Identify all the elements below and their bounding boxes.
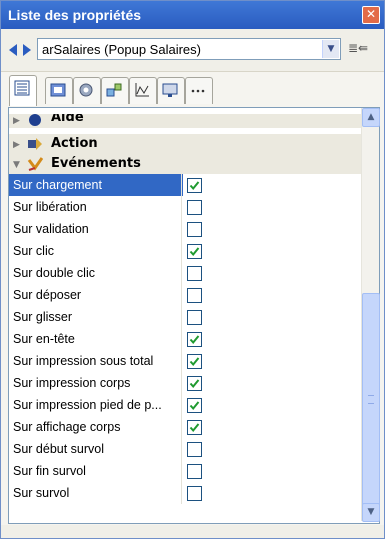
event-checkbox[interactable] bbox=[187, 244, 202, 259]
chevron-down-icon[interactable]: ▼ bbox=[322, 40, 339, 58]
close-button[interactable]: ✕ bbox=[362, 6, 380, 24]
tab-display[interactable] bbox=[157, 77, 185, 104]
property-label: Sur fin survol bbox=[13, 464, 86, 478]
event-checkbox[interactable] bbox=[187, 310, 202, 325]
property-label: Sur impression corps bbox=[13, 376, 131, 390]
prev-next-arrows-icon[interactable] bbox=[9, 43, 31, 57]
property-row[interactable]: Sur clic bbox=[9, 240, 361, 262]
checkmark-icon bbox=[189, 423, 200, 433]
more-icon bbox=[191, 89, 205, 93]
checkmark-icon bbox=[189, 335, 200, 345]
display-icon bbox=[162, 83, 178, 97]
property-grid: ▶ Aide ▶ Action ▼ Evénements Sur chargem… bbox=[8, 107, 380, 524]
tab-settings[interactable] bbox=[73, 77, 101, 104]
property-label: Sur libération bbox=[13, 200, 87, 214]
property-label: Sur début survol bbox=[13, 442, 105, 456]
category-label: Evénements bbox=[51, 156, 141, 171]
tab-form[interactable] bbox=[45, 77, 73, 104]
event-checkbox[interactable] bbox=[187, 266, 202, 281]
vertical-scrollbar[interactable]: ▲ ▼ bbox=[361, 108, 380, 522]
action-icon bbox=[28, 138, 42, 150]
event-checkbox[interactable] bbox=[187, 288, 202, 303]
checkmark-icon bbox=[189, 401, 200, 411]
event-checkbox[interactable] bbox=[187, 354, 202, 369]
property-label: Sur glisser bbox=[13, 310, 73, 324]
expand-arrow-icon[interactable]: ▶ bbox=[13, 116, 20, 126]
window-title: Liste des propriétés bbox=[8, 7, 142, 23]
help-icon bbox=[29, 114, 41, 126]
event-checkbox[interactable] bbox=[187, 442, 202, 457]
property-label: Sur impression sous total bbox=[13, 354, 154, 368]
objects-icon bbox=[106, 83, 122, 97]
property-row[interactable]: Sur impression pied de p... bbox=[9, 394, 361, 416]
property-list-window: Liste des propriétés ✕ arSalaires (Popup… bbox=[0, 0, 385, 539]
tab-chart[interactable] bbox=[129, 77, 157, 104]
scroll-thumb[interactable] bbox=[362, 293, 380, 507]
property-label: Sur déposer bbox=[13, 288, 82, 302]
event-checkbox[interactable] bbox=[187, 200, 202, 215]
scroll-up-button[interactable]: ▲ bbox=[362, 108, 380, 127]
events-icon bbox=[27, 157, 43, 171]
tab-all-properties[interactable] bbox=[9, 75, 37, 106]
object-selector-dropdown[interactable]: arSalaires (Popup Salaires) ▼ bbox=[37, 38, 341, 60]
event-checkbox[interactable] bbox=[187, 178, 202, 193]
form-icon bbox=[50, 83, 66, 97]
property-row[interactable]: Sur déposer bbox=[9, 284, 361, 306]
category-aide[interactable]: ▶ Aide bbox=[9, 114, 361, 128]
property-row[interactable]: Sur début survol bbox=[9, 438, 361, 460]
collapse-arrow-icon[interactable]: ▼ bbox=[13, 160, 20, 170]
property-row[interactable]: Sur double clic bbox=[9, 262, 361, 284]
property-label: Sur impression pied de p... bbox=[13, 398, 162, 412]
property-row[interactable]: Sur affichage corps bbox=[9, 416, 361, 438]
event-checkbox[interactable] bbox=[187, 332, 202, 347]
property-label: Sur en-tête bbox=[13, 332, 75, 346]
status-bar bbox=[1, 525, 384, 538]
checkmark-icon bbox=[189, 379, 200, 389]
pin-list-icon[interactable]: ≣⇚ bbox=[348, 41, 368, 57]
property-row[interactable]: Sur survol bbox=[9, 482, 361, 504]
category-action[interactable]: ▶ Action bbox=[9, 134, 361, 154]
scroll-down-button[interactable]: ▼ bbox=[362, 503, 380, 522]
property-row[interactable]: Sur impression corps bbox=[9, 372, 361, 394]
event-checkbox[interactable] bbox=[187, 420, 202, 435]
category-label: Action bbox=[51, 136, 98, 151]
property-label: Sur survol bbox=[13, 486, 70, 500]
property-row[interactable]: Sur validation bbox=[9, 218, 361, 240]
title-bar[interactable]: Liste des propriétés ✕ bbox=[1, 1, 384, 29]
property-row[interactable]: Sur chargement bbox=[9, 174, 361, 196]
object-selector-bar: arSalaires (Popup Salaires) ▼ ≣⇚ bbox=[1, 29, 384, 72]
gear-icon bbox=[79, 83, 93, 97]
list-properties-icon bbox=[14, 80, 30, 96]
event-checkbox[interactable] bbox=[187, 398, 202, 413]
chart-icon bbox=[135, 83, 149, 97]
event-checkbox[interactable] bbox=[187, 486, 202, 501]
property-label: Sur affichage corps bbox=[13, 420, 121, 434]
property-label: Sur double clic bbox=[13, 266, 95, 280]
property-row[interactable]: Sur fin survol bbox=[9, 460, 361, 482]
property-row[interactable]: Sur impression sous total bbox=[9, 350, 361, 372]
property-label: Sur chargement bbox=[9, 174, 183, 196]
category-evenements[interactable]: ▼ Evénements bbox=[9, 154, 361, 174]
category-label: Aide bbox=[51, 114, 84, 125]
event-checkbox[interactable] bbox=[187, 464, 202, 479]
property-row[interactable]: Sur glisser bbox=[9, 306, 361, 328]
selected-object-value: arSalaires (Popup Salaires) bbox=[42, 42, 201, 57]
tab-more[interactable] bbox=[185, 77, 213, 104]
expand-arrow-icon[interactable]: ▶ bbox=[13, 140, 20, 150]
checkmark-icon bbox=[189, 247, 200, 257]
tab-objects[interactable] bbox=[101, 77, 129, 104]
event-checkbox[interactable] bbox=[187, 222, 202, 237]
property-label: Sur clic bbox=[13, 244, 54, 258]
property-row[interactable]: Sur libération bbox=[9, 196, 361, 218]
checkmark-icon bbox=[189, 181, 200, 191]
property-label: Sur validation bbox=[13, 222, 89, 236]
event-checkbox[interactable] bbox=[187, 376, 202, 391]
checkmark-icon bbox=[189, 357, 200, 367]
property-row[interactable]: Sur en-tête bbox=[9, 328, 361, 350]
